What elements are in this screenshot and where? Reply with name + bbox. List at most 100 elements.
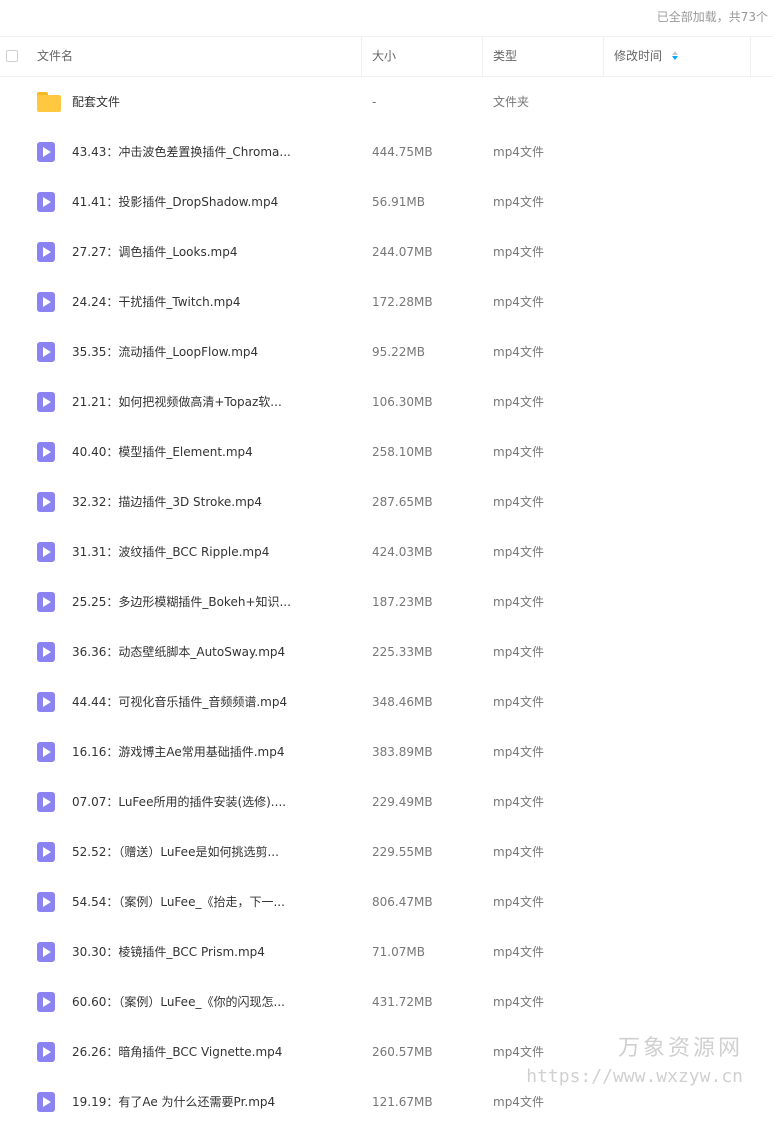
video-icon [37, 242, 55, 262]
video-icon [37, 892, 55, 912]
file-row[interactable]: 43.43：冲击波色差置换插件_Chroma... 444.75MB mp4文件 [0, 127, 773, 177]
file-name[interactable]: 27.27：调色插件_Looks.mp4 [72, 227, 237, 277]
file-row[interactable]: 60.60：（案例）LuFee_《你的闪现怎... 431.72MB mp4文件 [0, 977, 773, 1027]
file-size: 225.33MB [372, 645, 433, 659]
file-row[interactable]: 52.52：（赠送）LuFee是如何挑选剪... 229.55MB mp4文件 [0, 827, 773, 877]
video-icon [37, 142, 55, 162]
file-name[interactable]: 24.24：干扰插件_Twitch.mp4 [72, 277, 241, 327]
file-name[interactable]: 31.31：波纹插件_BCC Ripple.mp4 [72, 527, 269, 577]
file-name[interactable]: 配套文件 [72, 77, 120, 127]
file-row[interactable]: 25.25：多边形模糊插件_Bokeh+知识... 187.23MB mp4文件 [0, 577, 773, 627]
file-row[interactable]: 31.31：波纹插件_BCC Ripple.mp4 424.03MB mp4文件 [0, 527, 773, 577]
file-size: 260.57MB [372, 1045, 433, 1059]
file-row[interactable]: 21.21：如何把视频做高清+Topaz软... 106.30MB mp4文件 [0, 377, 773, 427]
video-icon [37, 1092, 55, 1112]
select-all-checkbox[interactable] [6, 50, 18, 62]
file-size: 244.07MB [372, 245, 433, 259]
file-type: mp4文件 [493, 1095, 544, 1109]
file-row[interactable]: 44.44：可视化音乐插件_音频频谱.mp4 348.46MB mp4文件 [0, 677, 773, 727]
column-header-modified-label: 修改时间 [614, 49, 663, 63]
file-row[interactable]: 24.24：干扰插件_Twitch.mp4 172.28MB mp4文件 [0, 277, 773, 327]
video-icon [37, 492, 55, 512]
file-row[interactable]: 35.35：流动插件_LoopFlow.mp4 95.22MB mp4文件 [0, 327, 773, 377]
load-status: 已全部加载，共73个 [656, 10, 768, 24]
file-name[interactable]: 40.40：模型插件_Element.mp4 [72, 427, 253, 477]
file-size: 106.30MB [372, 395, 433, 409]
file-size: 56.91MB [372, 195, 425, 209]
file-name[interactable]: 32.32：描边插件_3D Stroke.mp4 [72, 477, 262, 527]
video-icon [37, 592, 55, 612]
folder-icon [37, 92, 61, 112]
file-name[interactable]: 60.60：（案例）LuFee_《你的闪现怎... [72, 977, 285, 1027]
file-name[interactable]: 54.54：（案例）LuFee_《抬走，下一... [72, 877, 285, 927]
file-size: 348.46MB [372, 695, 433, 709]
column-header-size[interactable]: 大小 [372, 37, 396, 76]
video-icon [37, 542, 55, 562]
file-size: 258.10MB [372, 445, 433, 459]
video-icon [37, 342, 55, 362]
file-type: mp4文件 [493, 545, 544, 559]
video-icon [37, 292, 55, 312]
file-size: 444.75MB [372, 145, 433, 159]
file-size: 121.67MB [372, 1095, 433, 1109]
file-row[interactable]: 07.07：LuFee所用的插件安装(选修).... 229.49MB mp4文件 [0, 777, 773, 827]
file-size: 431.72MB [372, 995, 433, 1009]
file-list-header: 文件名 大小 类型 修改时间 [0, 36, 773, 77]
file-size: 71.07MB [372, 945, 425, 959]
file-list: 配套文件 - 文件夹 43.43：冲击波色差置换插件_Chroma... 444.75M… [0, 77, 773, 1127]
file-row[interactable]: 19.19：有了Ae 为什么还需要Pr.mp4 121.67MB mp4文件 [0, 1077, 773, 1127]
file-name[interactable]: 19.19：有了Ae 为什么还需要Pr.mp4 [72, 1077, 275, 1127]
video-icon [37, 792, 55, 812]
file-type: mp4文件 [493, 945, 544, 959]
file-name[interactable]: 41.41：投影插件_DropShadow.mp4 [72, 177, 278, 227]
file-name[interactable]: 25.25：多边形模糊插件_Bokeh+知识... [72, 577, 291, 627]
file-type: 文件夹 [493, 95, 530, 109]
file-type: mp4文件 [493, 345, 544, 359]
column-header-modified[interactable]: 修改时间 [614, 37, 678, 76]
file-size: 383.89MB [372, 745, 433, 759]
column-header-name[interactable]: 文件名 [37, 37, 73, 76]
file-type: mp4文件 [493, 595, 544, 609]
file-name[interactable]: 07.07：LuFee所用的插件安装(选修).... [72, 777, 286, 827]
column-header-type[interactable]: 类型 [493, 37, 517, 76]
video-icon [37, 642, 55, 662]
file-type: mp4文件 [493, 245, 544, 259]
file-type: mp4文件 [493, 395, 544, 409]
file-name[interactable]: 30.30：棱镜插件_BCC Prism.mp4 [72, 927, 265, 977]
file-size: 424.03MB [372, 545, 433, 559]
file-name[interactable]: 44.44：可视化音乐插件_音频频谱.mp4 [72, 677, 287, 727]
file-row[interactable]: 36.36：动态壁纸脚本_AutoSway.mp4 225.33MB mp4文件 [0, 627, 773, 677]
file-row[interactable]: 30.30：棱镜插件_BCC Prism.mp4 71.07MB mp4文件 [0, 927, 773, 977]
file-type: mp4文件 [493, 995, 544, 1009]
file-row[interactable]: 16.16：游戏博主Ae常用基础插件.mp4 383.89MB mp4文件 [0, 727, 773, 777]
file-row[interactable]: 26.26：暗角插件_BCC Vignette.mp4 260.57MB mp4文件 [0, 1027, 773, 1077]
file-row[interactable]: 配套文件 - 文件夹 [0, 77, 773, 127]
video-icon [37, 992, 55, 1012]
video-icon [37, 842, 55, 862]
file-type: mp4文件 [493, 845, 544, 859]
file-name[interactable]: 35.35：流动插件_LoopFlow.mp4 [72, 327, 258, 377]
video-icon [37, 742, 55, 762]
file-type: mp4文件 [493, 145, 544, 159]
sort-icon[interactable] [671, 51, 678, 60]
video-icon [37, 1042, 55, 1062]
file-row[interactable]: 41.41：投影插件_DropShadow.mp4 56.91MB mp4文件 [0, 177, 773, 227]
file-name[interactable]: 21.21：如何把视频做高清+Topaz软... [72, 377, 282, 427]
file-type: mp4文件 [493, 1045, 544, 1059]
file-row[interactable]: 54.54：（案例）LuFee_《抬走，下一... 806.47MB mp4文件 [0, 877, 773, 927]
file-row[interactable]: 40.40：模型插件_Element.mp4 258.10MB mp4文件 [0, 427, 773, 477]
video-icon [37, 942, 55, 962]
file-type: mp4文件 [493, 895, 544, 909]
file-name[interactable]: 52.52：（赠送）LuFee是如何挑选剪... [72, 827, 279, 877]
file-row[interactable]: 27.27：调色插件_Looks.mp4 244.07MB mp4文件 [0, 227, 773, 277]
file-size: 229.55MB [372, 845, 433, 859]
file-type: mp4文件 [493, 795, 544, 809]
file-row[interactable]: 32.32：描边插件_3D Stroke.mp4 287.65MB mp4文件 [0, 477, 773, 527]
file-name[interactable]: 43.43：冲击波色差置换插件_Chroma... [72, 127, 291, 177]
file-name[interactable]: 26.26：暗角插件_BCC Vignette.mp4 [72, 1027, 282, 1077]
file-name[interactable]: 16.16：游戏博主Ae常用基础插件.mp4 [72, 727, 285, 777]
video-icon [37, 392, 55, 412]
file-name[interactable]: 36.36：动态壁纸脚本_AutoSway.mp4 [72, 627, 285, 677]
file-type: mp4文件 [493, 195, 544, 209]
file-size: - [372, 95, 377, 109]
